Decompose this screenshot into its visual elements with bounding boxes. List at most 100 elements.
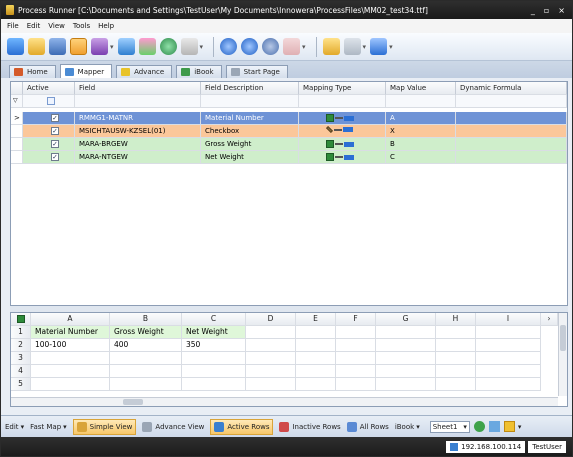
- row-header[interactable]: 2: [11, 339, 31, 352]
- sheet-cell[interactable]: [476, 365, 541, 378]
- advance-view-button[interactable]: Advance View: [142, 421, 204, 432]
- recent-folder-icon[interactable]: [322, 38, 340, 55]
- sheet-cell[interactable]: [476, 339, 541, 352]
- sheet-cell[interactable]: [476, 352, 541, 365]
- field-cell[interactable]: MARA-NTGEW: [75, 151, 201, 164]
- tab-ibook[interactable]: iBook: [176, 65, 222, 78]
- active-checkbox[interactable]: ✓: [51, 140, 59, 148]
- save-icon[interactable]: [49, 38, 66, 55]
- sheet-cell[interactable]: [436, 365, 476, 378]
- sheet-cell[interactable]: [31, 378, 110, 391]
- sheet-cell[interactable]: [182, 378, 246, 391]
- map-value-cell[interactable]: C: [386, 151, 456, 164]
- formula-cell[interactable]: [456, 112, 567, 125]
- sheet-cell[interactable]: [476, 378, 541, 391]
- active-checkbox[interactable]: ✓: [51, 127, 59, 135]
- refresh-dropdown-icon[interactable]: ▾: [363, 43, 367, 51]
- filter-active-cell[interactable]: [23, 95, 75, 108]
- sheet-cell[interactable]: [246, 365, 296, 378]
- maximize-button[interactable]: ▫: [544, 6, 549, 15]
- simple-view-button[interactable]: Simple View: [72, 418, 137, 435]
- filter-formula-cell[interactable]: [456, 95, 567, 108]
- chevron-down-icon[interactable]: ▾: [518, 423, 522, 431]
- mapping-type-cell[interactable]: [299, 138, 386, 151]
- sheet-cell[interactable]: [296, 326, 336, 339]
- mapping-type-cell[interactable]: [299, 151, 386, 164]
- minimize-button[interactable]: _: [531, 6, 535, 15]
- row-header[interactable]: 4: [11, 365, 31, 378]
- sheet-cell[interactable]: [110, 365, 182, 378]
- column-header-field-description[interactable]: Field Description: [201, 82, 299, 95]
- mapping-row[interactable]: ✓ MARA-BRGEW Gross Weight B: [11, 138, 567, 151]
- active-checkbox[interactable]: ✓: [51, 153, 59, 161]
- sheet-cell[interactable]: [182, 365, 246, 378]
- fast-map-button[interactable]: Fast Map ▾: [30, 423, 67, 431]
- stop-dropdown-icon[interactable]: ▾: [302, 43, 306, 51]
- color-palette-icon[interactable]: [138, 38, 156, 55]
- sheet-cell[interactable]: [376, 378, 436, 391]
- inactive-rows-button[interactable]: Inactive Rows: [279, 421, 341, 432]
- mapping-type-cell[interactable]: [299, 112, 386, 125]
- active-cell[interactable]: ✓: [23, 112, 75, 125]
- edit-menu-button[interactable]: Edit ▾: [5, 423, 24, 431]
- mapper-view-icon[interactable]: [70, 38, 87, 55]
- tab-start-page[interactable]: Start Page: [225, 65, 288, 78]
- menu-help[interactable]: Help: [98, 22, 114, 30]
- tab-home[interactable]: Home: [9, 65, 56, 78]
- mapping-row[interactable]: ✓ MARA-NTGEW Net Weight C: [11, 151, 567, 164]
- field-cell[interactable]: MARA-BRGEW: [75, 138, 201, 151]
- sheet-cell[interactable]: [436, 378, 476, 391]
- sheet-cell[interactable]: [436, 339, 476, 352]
- sheet-cell[interactable]: [336, 365, 376, 378]
- export-icon[interactable]: [180, 38, 198, 55]
- refresh-sheet-icon[interactable]: [473, 421, 485, 432]
- column-header[interactable]: H: [436, 313, 476, 326]
- sheet-cell[interactable]: Material Number: [31, 326, 110, 339]
- sheet-cell[interactable]: [110, 352, 182, 365]
- row-header[interactable]: 3: [11, 352, 31, 365]
- sheet-cell[interactable]: 400: [110, 339, 182, 352]
- column-header[interactable]: E: [296, 313, 336, 326]
- formula-cell[interactable]: [456, 151, 567, 164]
- column-header-active[interactable]: Active: [23, 82, 75, 95]
- export-dropdown-icon[interactable]: ▾: [200, 43, 204, 51]
- step-run-icon[interactable]: [241, 38, 259, 55]
- map-value-cell[interactable]: A: [386, 112, 456, 125]
- column-header[interactable]: D: [246, 313, 296, 326]
- map-value-cell[interactable]: X: [386, 125, 456, 138]
- row-header[interactable]: 5: [11, 378, 31, 391]
- sheet-cell[interactable]: 350: [182, 339, 246, 352]
- vertical-scrollbar[interactable]: [558, 313, 567, 396]
- column-header[interactable]: G: [376, 313, 436, 326]
- excel-options-icon[interactable]: [503, 421, 515, 432]
- all-rows-button[interactable]: All Rows: [346, 421, 389, 432]
- column-header[interactable]: B: [110, 313, 182, 326]
- column-header-mapping-type[interactable]: Mapping Type: [299, 82, 386, 95]
- sheet-cell[interactable]: [246, 326, 296, 339]
- sheet-cell[interactable]: [376, 352, 436, 365]
- import-excel-icon[interactable]: [488, 421, 500, 432]
- description-cell[interactable]: Gross Weight: [201, 138, 299, 151]
- active-cell[interactable]: ✓: [23, 138, 75, 151]
- column-header[interactable]: A: [31, 313, 110, 326]
- sheet-cell[interactable]: [336, 339, 376, 352]
- sheet-cell[interactable]: [336, 326, 376, 339]
- menu-file[interactable]: File: [7, 22, 19, 30]
- active-cell[interactable]: ✓: [23, 125, 75, 138]
- stop-icon[interactable]: [283, 38, 301, 55]
- scroll-thumb[interactable]: [123, 399, 143, 405]
- field-cell[interactable]: RMMG1-MATNR: [75, 112, 201, 125]
- scroll-thumb[interactable]: [560, 325, 566, 351]
- formula-cell[interactable]: [456, 125, 567, 138]
- formula-cell[interactable]: [456, 138, 567, 151]
- sheet-cell[interactable]: [376, 365, 436, 378]
- sheet-cell[interactable]: [31, 352, 110, 365]
- column-header[interactable]: F: [336, 313, 376, 326]
- mapping-row[interactable]: ✓ MSICHTAUSW-KZSEL(01) Checkbox X: [11, 125, 567, 138]
- column-header-overflow[interactable]: ›: [541, 313, 558, 326]
- books-dropdown-icon[interactable]: ▾: [110, 43, 114, 51]
- field-cell[interactable]: MSICHTAUSW-KZSEL(01): [75, 125, 201, 138]
- sheet-cell[interactable]: [31, 365, 110, 378]
- sheet-cell[interactable]: [296, 378, 336, 391]
- refresh-icon[interactable]: [343, 38, 361, 55]
